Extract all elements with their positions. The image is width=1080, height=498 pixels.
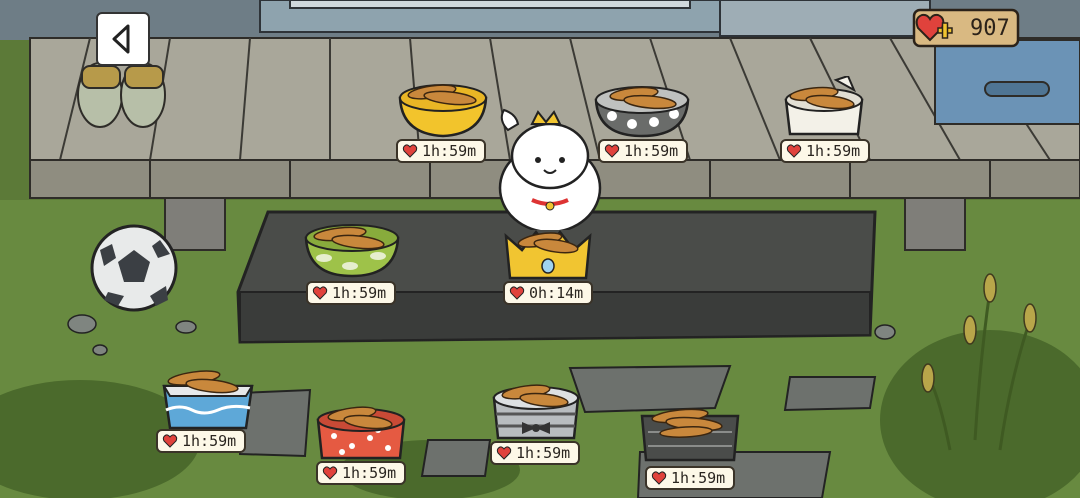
back-button[interactable] (96, 12, 150, 66)
game-scene: 1h:59m 1h:59m 1h:59m 1h:59m 0h:14m 1h:59… (0, 0, 1080, 498)
bowtie-bowl[interactable] (486, 376, 586, 444)
timer-text: 0h:14m (529, 284, 584, 302)
bowl-timer: 1h:59m (598, 139, 689, 163)
heart-count: 907 (970, 16, 1010, 41)
timer-text: 1h:59m (671, 469, 726, 487)
red-polka-bowl[interactable] (312, 396, 410, 462)
timer-text: 1h:59m (516, 444, 571, 462)
gray-box-bowl[interactable] (638, 402, 742, 464)
heart-icon (496, 446, 512, 460)
timer-text: 1h:59m (342, 464, 397, 482)
blue-box-bowl[interactable] (160, 362, 256, 432)
heart-icon (322, 466, 338, 480)
bowl-timer: 1h:59m (306, 281, 397, 305)
timer-text: 1h:59m (332, 284, 387, 302)
chevron-left-icon (112, 24, 130, 54)
timer-text: 1h:59m (806, 142, 861, 160)
heart-icon (604, 144, 620, 158)
bowl-timer: 1h:59m (645, 466, 736, 490)
yellow-bowl[interactable] (392, 78, 494, 140)
green-bowl[interactable] (300, 216, 404, 280)
timer-text: 1h:59m (422, 142, 477, 160)
bowl-timer: 1h:59m (316, 461, 407, 485)
bowl-timer: 0h:14m (503, 281, 594, 305)
gold-crown-bowl[interactable] (500, 222, 596, 282)
heart-icon (651, 471, 667, 485)
heart-icon (312, 286, 328, 300)
heart-icon (786, 144, 802, 158)
bowl-timer: 1h:59m (490, 441, 581, 465)
heart-icon (509, 286, 525, 300)
dotted-gray-bowl[interactable] (590, 78, 694, 140)
bowl-timer: 1h:59m (396, 139, 487, 163)
cat-ear-bowl[interactable] (776, 76, 872, 140)
heart-currency[interactable]: 907 (910, 6, 1020, 50)
heart-icon (402, 144, 418, 158)
heart-icon (162, 434, 178, 448)
bowl-timer: 1h:59m (156, 429, 247, 453)
timer-text: 1h:59m (182, 432, 237, 450)
bowl-timer: 1h:59m (780, 139, 871, 163)
timer-text: 1h:59m (624, 142, 679, 160)
